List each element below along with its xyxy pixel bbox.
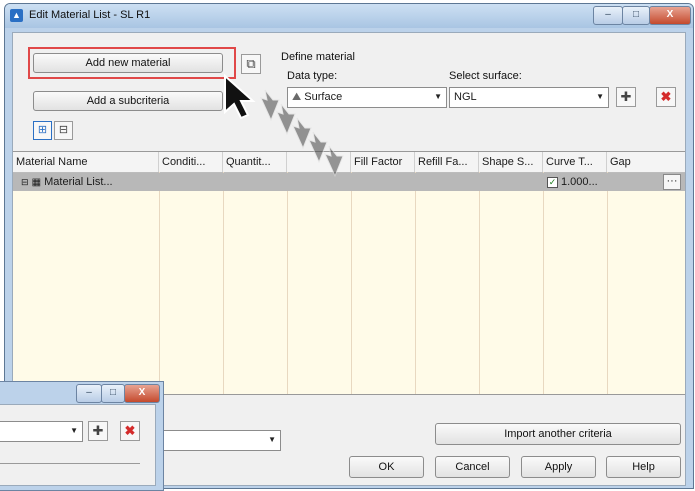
app-icon: ▲ <box>10 9 23 22</box>
close-button[interactable]: X <box>124 384 160 403</box>
mouse-pointer-icon <box>224 73 256 120</box>
add-surface-icon[interactable]: ✚ <box>88 421 108 441</box>
column-divider <box>607 172 608 394</box>
chevron-down-icon: ▼ <box>434 92 442 101</box>
maximize-button[interactable]: □ <box>101 384 125 403</box>
select-surface-select[interactable]: NGL ▼ <box>449 87 609 108</box>
help-button[interactable]: Help <box>606 456 681 478</box>
secondary-window-body: ▼ ✚ ✖ <box>0 404 156 486</box>
column-header[interactable]: Refill Fa... <box>415 152 479 172</box>
select-surface-label: Select surface: <box>449 70 522 82</box>
add-subcriteria-button[interactable]: Add a subcriteria <box>33 91 223 111</box>
checkbox-icon[interactable]: ✓ <box>547 176 558 188</box>
column-divider <box>415 172 416 394</box>
divider <box>0 463 140 464</box>
collapse-all-icon[interactable]: ⊟ <box>54 121 73 140</box>
import-criteria-button[interactable]: Import another criteria <box>435 423 681 445</box>
surface-select-fragment[interactable]: ▼ <box>0 421 83 442</box>
cursor-ghost-icon <box>260 89 344 178</box>
column-header[interactable]: Material Name <box>13 152 159 172</box>
secondary-window-fragment: – □ X ▼ ✚ ✖ <box>0 381 164 491</box>
chevron-down-icon: ▼ <box>596 92 604 101</box>
column-header[interactable]: Gap <box>607 152 685 172</box>
expand-all-icon[interactable]: ⊞ <box>33 121 52 140</box>
define-material-heading: Define material <box>281 51 355 63</box>
material-name-cell: ⊟ ▦ Material List... <box>21 173 159 191</box>
column-header[interactable]: Shape S... <box>479 152 543 172</box>
chevron-down-icon: ▼ <box>70 426 78 435</box>
ok-button[interactable]: OK <box>349 456 424 478</box>
tree-expand-icon[interactable]: ⊟ <box>21 177 29 187</box>
column-header[interactable]: Curve T... <box>543 152 607 172</box>
minimize-button[interactable]: – <box>76 384 102 403</box>
chevron-down-icon: ▼ <box>268 435 276 444</box>
column-divider <box>479 172 480 394</box>
material-list-icon: ▦ <box>31 177 42 188</box>
column-header[interactable]: Conditi... <box>159 152 223 172</box>
delete-icon[interactable]: ✖ <box>120 421 140 441</box>
add-surface-icon[interactable]: ✚ <box>616 87 636 107</box>
material-name-value: Material List... <box>44 176 113 188</box>
select-surface-value: NGL <box>454 91 477 103</box>
close-button[interactable]: X <box>649 6 691 25</box>
cancel-button[interactable]: Cancel <box>435 456 510 478</box>
more-options-button[interactable]: ··· <box>663 174 681 190</box>
delete-icon[interactable]: ✖ <box>656 87 676 107</box>
column-divider <box>159 172 160 394</box>
maximize-button[interactable]: □ <box>622 6 650 25</box>
cursor-trail-overlay <box>224 73 344 178</box>
criteria-select[interactable]: ▼ <box>161 430 281 451</box>
curve-cell[interactable]: ✓ 1.000... <box>547 173 607 191</box>
apply-button[interactable]: Apply <box>521 456 596 478</box>
minimize-button[interactable]: – <box>593 6 623 25</box>
add-new-material-button[interactable]: Add new material <box>33 53 223 73</box>
column-divider <box>543 172 544 394</box>
title-bar[interactable]: ▲ Edit Material List - SL R1 – □ X <box>5 4 693 28</box>
curve-value: 1.000... <box>561 176 598 188</box>
window-title: Edit Material List - SL R1 <box>29 9 151 21</box>
